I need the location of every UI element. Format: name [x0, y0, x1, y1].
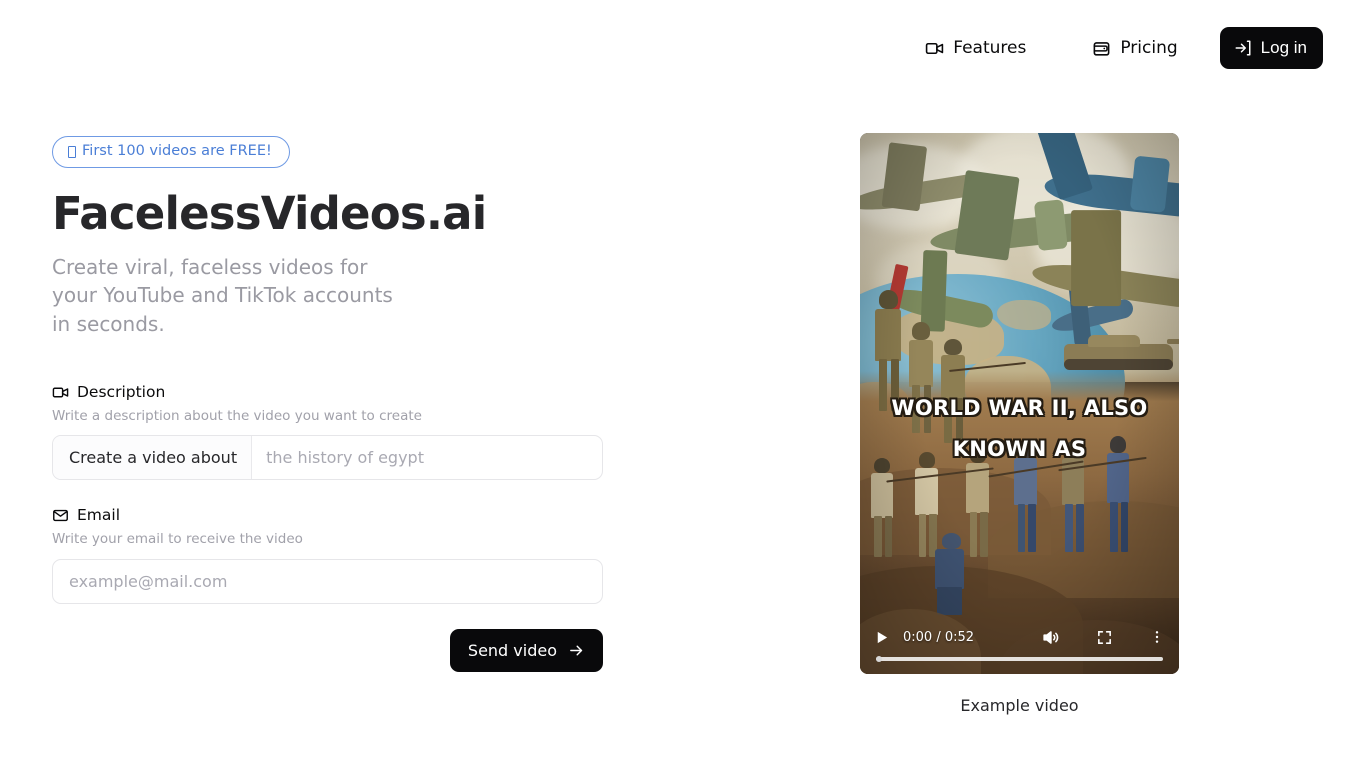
video-player[interactable]: WORLD WAR II, ALSO KNOWN AS 0:00 / 0:52	[860, 133, 1179, 674]
video-subtitle-line-2: KNOWN AS	[952, 436, 1087, 461]
page-content: First 100 videos are FREE! FacelessVideo…	[0, 96, 1360, 764]
page-title: FacelessVideos.ai	[52, 186, 487, 240]
arrow-right-icon	[568, 642, 585, 659]
email-label: Email	[77, 506, 121, 524]
email-field-block: Email Write your email to receive the vi…	[52, 507, 603, 604]
description-input[interactable]	[252, 436, 602, 480]
main-nav: Features Pricing Log in	[911, 27, 1323, 69]
fullscreen-icon[interactable]	[1096, 629, 1113, 646]
send-video-button[interactable]: Send video	[449, 628, 603, 672]
nav-link-features[interactable]: Features	[911, 31, 1040, 66]
landing-page: Features Pricing Log in First 100 videos…	[0, 0, 1360, 764]
submit-row: Send video	[52, 628, 603, 672]
email-help-text: Write your email to receive the video	[52, 531, 303, 548]
mail-icon	[52, 507, 69, 524]
email-input[interactable]	[52, 558, 603, 604]
wallet-icon	[1092, 39, 1111, 58]
video-subtitle-overlay: WORLD WAR II, ALSO KNOWN AS	[860, 388, 1179, 470]
video-controls-row: 0:00 / 0:52	[874, 624, 1165, 650]
login-button-label: Log in	[1260, 38, 1307, 57]
video-time-display: 0:00 / 0:52	[903, 629, 975, 645]
video-request-form: Description Write a description about th…	[52, 384, 603, 672]
send-video-button-label: Send video	[467, 640, 557, 660]
log-in-icon	[1234, 39, 1252, 57]
video-controls: 0:00 / 0:52	[860, 612, 1179, 674]
video-column: WORLD WAR II, ALSO KNOWN AS 0:00 / 0:52	[860, 96, 1360, 715]
description-input-prefix: Create a video about	[53, 436, 253, 480]
promo-badge-label: First 100 videos are FREE!	[82, 143, 272, 159]
play-button[interactable]	[874, 630, 889, 645]
volume-icon[interactable]	[1041, 628, 1060, 647]
more-vertical-icon[interactable]	[1149, 629, 1165, 645]
video-caption: Example video	[960, 696, 1079, 715]
login-button[interactable]: Log in	[1219, 27, 1323, 69]
description-field-block: Description Write a description about th…	[52, 384, 603, 481]
promo-badge[interactable]: First 100 videos are FREE!	[52, 136, 290, 168]
video-progress-bar[interactable]	[876, 656, 1163, 662]
nav-label-features: Features	[953, 37, 1027, 58]
description-label-row: Description	[52, 384, 603, 401]
hero-column: First 100 videos are FREE! FacelessVideo…	[0, 96, 860, 672]
email-label-row: Email	[52, 507, 603, 524]
video-subtitle-line-1: WORLD WAR II, ALSO	[891, 396, 1148, 420]
nav-label-pricing: Pricing	[1120, 37, 1178, 58]
video-progress-knob[interactable]	[876, 656, 882, 662]
example-video-wrap: WORLD WAR II, ALSO KNOWN AS 0:00 / 0:52	[860, 133, 1179, 715]
video-camera-icon	[52, 384, 69, 401]
description-input-group: Create a video about	[52, 435, 603, 481]
hero-subtitle: Create viral, faceless videos for your Y…	[52, 255, 393, 336]
video-camera-icon	[925, 39, 944, 58]
nav-link-pricing[interactable]: Pricing	[1078, 31, 1191, 66]
description-label: Description	[77, 382, 166, 401]
site-header: Features Pricing Log in	[0, 0, 1360, 96]
description-help-text: Write a description about the video you …	[52, 407, 422, 424]
sparkle-icon	[68, 146, 76, 159]
